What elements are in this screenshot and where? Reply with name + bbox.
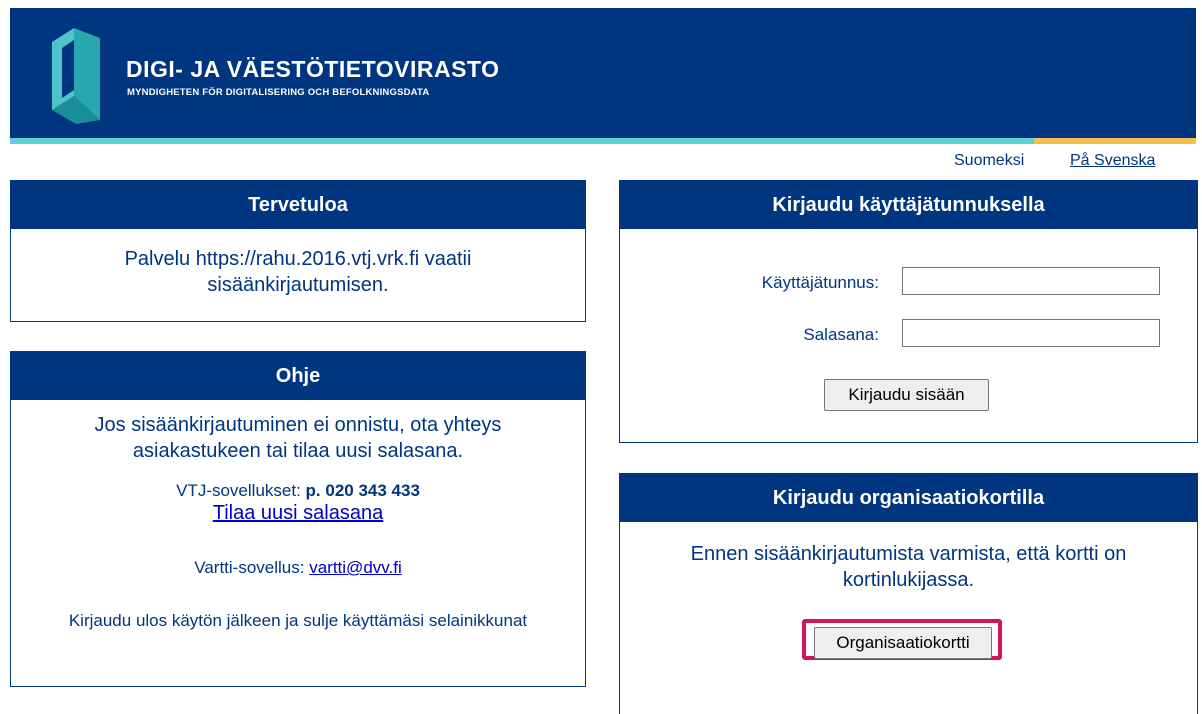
organization-card-button[interactable]: Organisaatiokortti — [814, 627, 992, 659]
password-row: Salasana: — [620, 319, 1197, 351]
card-login-title: Kirjaudu organisaatiokortilla — [620, 474, 1197, 522]
help-phone: VTJ-sovellukset: p. 020 343 433 Tilaa uu… — [11, 481, 585, 524]
dvv-logo-icon — [52, 28, 100, 124]
password-label: Salasana: — [803, 325, 879, 344]
help-vartti: Vartti-sovellus: vartti@dvv.fi — [11, 558, 585, 578]
header-stripe-teal — [10, 138, 1034, 144]
card-login-text: Ennen sisäänkirjautumista varmista, että… — [690, 543, 1127, 591]
header-stripe-gold — [1034, 138, 1196, 144]
language-swedish-link[interactable]: På Svenska — [1070, 152, 1155, 170]
login-title: Kirjaudu käyttäjätunnuksella — [620, 181, 1197, 229]
phone-label: VTJ-sovellukset: — [176, 481, 306, 500]
username-label: Käyttäjätunnus: — [761, 273, 879, 292]
phone-number: p. 020 343 433 — [305, 481, 420, 500]
help-text: Jos sisäänkirjautuminen ei onnistu, ota … — [94, 414, 502, 462]
welcome-panel: Tervetuloa Palvelu https://rahu.2016.vtj… — [10, 180, 586, 322]
welcome-title: Tervetuloa — [11, 181, 585, 229]
password-input[interactable] — [902, 319, 1160, 347]
vartti-email-link[interactable]: vartti@dvv.fi — [309, 558, 402, 577]
brand-subtitle: MYNDIGHETEN FÖR DIGITALISERING OCH BEFOL… — [127, 87, 430, 98]
help-panel: Ohje Jos sisäänkirjautuminen ei onnistu,… — [10, 351, 586, 687]
username-row: Käyttäjätunnus: — [620, 267, 1197, 299]
login-button[interactable]: Kirjaudu sisään — [824, 379, 989, 411]
logout-instructions: Kirjaudu ulos käytön jälkeen ja sulje kä… — [68, 611, 528, 630]
new-password-link[interactable]: Tilaa uusi salasana — [213, 503, 383, 523]
username-input[interactable] — [902, 267, 1160, 295]
help-title: Ohje — [11, 352, 585, 400]
login-panel: Kirjaudu käyttäjätunnuksella Käyttäjätun… — [619, 180, 1198, 443]
card-login-panel: Kirjaudu organisaatiokortilla Ennen sisä… — [619, 473, 1198, 714]
site-header: DIGI- JA VÄESTÖTIETOVIRASTO MYNDIGHETEN … — [10, 8, 1196, 138]
vartti-label: Vartti-sovellus: — [194, 558, 310, 577]
brand-title: DIGI- JA VÄESTÖTIETOVIRASTO — [126, 56, 500, 82]
language-finnish: Suomeksi — [954, 152, 1025, 169]
welcome-text: Palvelu https://rahu.2016.vtj.vrk.fi vaa… — [124, 248, 472, 296]
